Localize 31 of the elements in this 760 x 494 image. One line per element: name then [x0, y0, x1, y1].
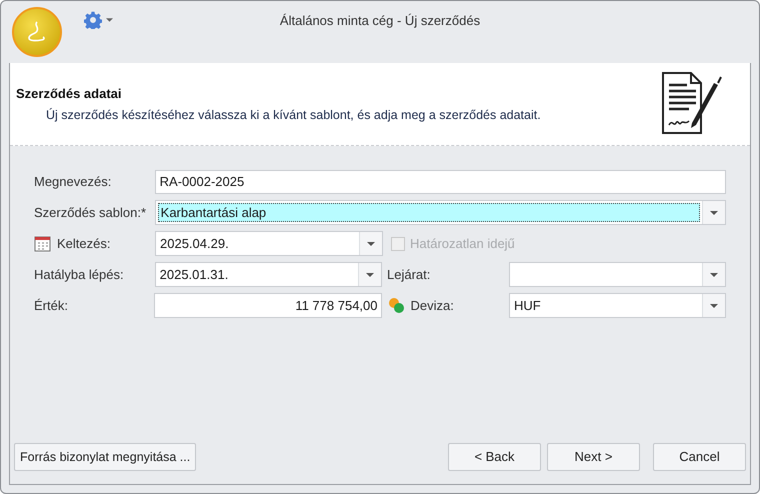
next-button[interactable]: Next > [547, 443, 640, 471]
effective-date-dropdown[interactable]: 2025.01.31. [154, 262, 382, 287]
dropdown-arrow-icon [710, 210, 718, 214]
header-title: Szerződés adatai [16, 85, 122, 103]
currency-label: Deviza: [410, 296, 454, 315]
name-label: Megnevezés: [34, 173, 112, 192]
cancel-button[interactable]: Cancel [653, 443, 746, 471]
date-dropdown[interactable]: 2025.04.29. [155, 231, 383, 256]
window-title: Általános minta cég - Új szerződés [278, 12, 482, 30]
calendar-icon [34, 235, 51, 252]
amount-input[interactable]: 11 778 754,00 [154, 293, 382, 318]
effective-date-label: Hatályba lépés: [34, 266, 125, 284]
header-description: Új szerződés készítéséhez válassza ki a kívánt sablont, és adja meg a szerződés adatait. [45, 106, 541, 124]
coins-icon [388, 297, 404, 314]
amount-label: Érték: [34, 296, 69, 315]
indefinite-label: Határozatlan idejű [410, 234, 515, 253]
dropdown-arrow-icon [367, 242, 375, 246]
dropdown-arrow-icon [710, 272, 718, 276]
app-logo-icon[interactable] [12, 7, 62, 57]
currency-dropdown[interactable]: HUF [508, 293, 726, 318]
dropdown-arrow-icon [710, 304, 718, 308]
name-input[interactable]: RA-0002-2025 [154, 170, 726, 194]
expiry-label: Lejárat: [386, 266, 432, 284]
dropdown-arrow-icon [366, 272, 374, 276]
template-dropdown[interactable]: Karbantartási alap [154, 200, 726, 225]
open-source-document-button[interactable]: Forrás bizonylat megnyitása ... [14, 443, 196, 471]
settings-icon[interactable] [84, 11, 113, 29]
date-label: Keltezés: [57, 234, 110, 253]
back-button[interactable]: < Back [448, 443, 541, 471]
expiry-dropdown[interactable] [508, 262, 726, 287]
template-label: Szerződés sablon:* [34, 204, 148, 222]
